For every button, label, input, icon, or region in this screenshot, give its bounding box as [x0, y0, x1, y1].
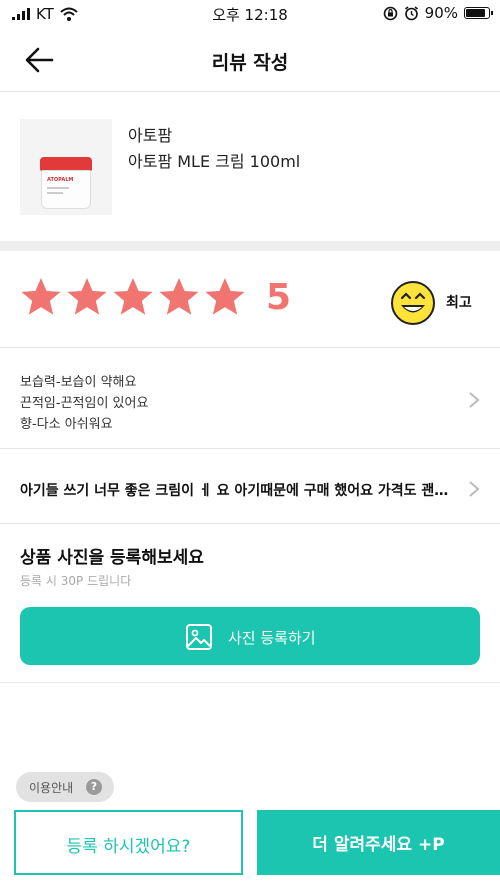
attribute-stickiness: 끈적임-끈적임이 있어요	[20, 396, 149, 411]
chevron-right-icon	[469, 481, 480, 497]
battery-icon	[464, 7, 493, 19]
question-icon: ?	[86, 779, 102, 795]
add-photo-label: 사진 등록하기	[228, 629, 316, 647]
rating-row: 5 최고	[0, 252, 500, 348]
usage-guide-label: 이용안내	[29, 781, 74, 795]
photo-subtitle: 등록 시 30P 드립니다	[20, 574, 132, 588]
cream-jar-illustration: ATOPALM	[40, 157, 92, 209]
tell-more-label: 더 알려주세요 +P	[312, 835, 445, 855]
review-text: 아기들 쓰기 너무 좋은 크림이 ㅔ 요 아기때문에 구매 했어요 가격도 괜찮…	[20, 483, 458, 499]
star-icon[interactable]	[20, 276, 62, 318]
rating-word: 최고	[446, 295, 472, 311]
jar-brand-label: ATOPALM	[47, 177, 74, 183]
rating-value: 5	[266, 277, 292, 318]
tell-more-button[interactable]: 더 알려주세요 +P	[257, 810, 500, 875]
chevron-right-icon	[469, 392, 480, 408]
register-button[interactable]: 등록 하시겠어요?	[14, 810, 243, 875]
status-right: 90%	[383, 4, 493, 22]
rotation-lock-icon	[383, 6, 397, 20]
header: 리뷰 작성	[0, 28, 500, 92]
product-summary: ATOPALM 아토팜 아토팜 MLE 크림 100ml	[0, 93, 500, 241]
image-icon	[186, 624, 212, 650]
star-icon[interactable]	[158, 276, 200, 318]
register-label: 등록 하시겠어요?	[66, 837, 191, 857]
usage-guide-button[interactable]: 이용안내 ?	[16, 772, 114, 802]
battery-percent: 90%	[424, 4, 458, 22]
photo-section: 상품 사진을 등록해보세요 등록 시 30P 드립니다 사진 등록하기	[0, 525, 500, 683]
review-text-row[interactable]: 아기들 쓰기 너무 좋은 크림이 ㅔ 요 아기때문에 구매 했어요 가격도 괜찮…	[0, 450, 500, 524]
star-icon[interactable]	[112, 276, 154, 318]
star-rating[interactable]	[20, 276, 246, 318]
product-image: ATOPALM	[20, 119, 112, 215]
attribute-scent: 향-다소 아쉬워요	[20, 417, 113, 432]
section-divider	[0, 241, 500, 251]
product-brand: 아토팜	[128, 126, 173, 145]
product-name: 아토팜 MLE 크림 100ml	[128, 152, 301, 171]
grinning-face-icon	[391, 281, 435, 325]
status-bar: KT 오후 12:18 90%	[0, 0, 500, 28]
attribute-summary-row[interactable]: 보습력-보습이 약해요 끈적임-끈적임이 있어요 향-다소 아쉬워요	[0, 349, 500, 449]
photo-title: 상품 사진을 등록해보세요	[20, 548, 204, 568]
add-photo-button[interactable]: 사진 등록하기	[20, 607, 480, 665]
alarm-icon	[404, 5, 418, 20]
star-icon[interactable]	[204, 276, 246, 318]
star-icon[interactable]	[66, 276, 108, 318]
attribute-moisture: 보습력-보습이 약해요	[20, 375, 137, 390]
page-title: 리뷰 작성	[211, 52, 289, 74]
